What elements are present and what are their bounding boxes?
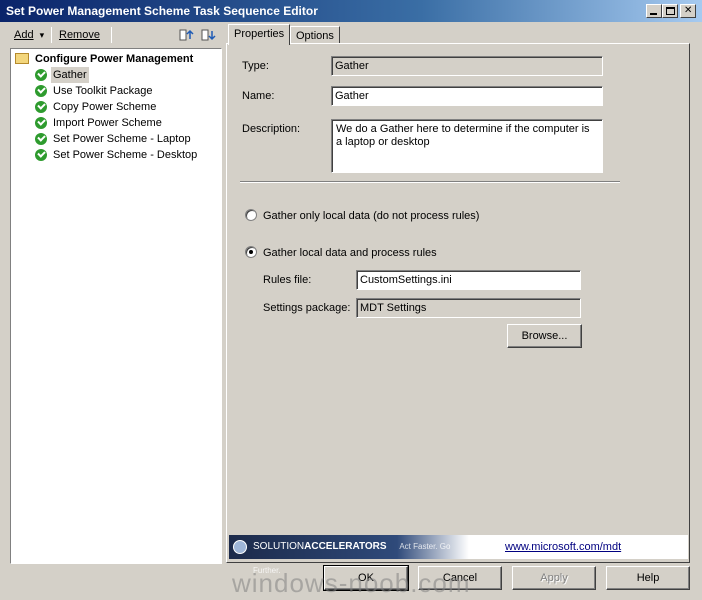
mdt-website-link[interactable]: www.microsoft.com/mdt xyxy=(505,535,621,559)
minimize-icon xyxy=(650,13,657,15)
apply-button[interactable]: Apply xyxy=(512,566,596,590)
success-check-icon xyxy=(35,117,47,129)
maximize-button[interactable] xyxy=(662,4,678,18)
folder-icon xyxy=(15,53,29,64)
process-rules-radio[interactable] xyxy=(245,246,257,258)
tree-item-label: Gather xyxy=(51,67,89,83)
description-field[interactable]: We do a Gather here to determine if the … xyxy=(331,119,603,173)
success-check-icon xyxy=(35,101,47,113)
brand-prefix: SOLUTION xyxy=(253,541,305,552)
window-title-bar[interactable]: Set Power Management Scheme Task Sequenc… xyxy=(0,0,702,22)
brand-strong: ACCELERATORS xyxy=(304,541,387,552)
local-only-radio[interactable] xyxy=(245,209,257,221)
solution-accelerators-logo-icon xyxy=(233,540,247,554)
tab-label: Properties xyxy=(234,28,285,40)
settings-package-label: Settings package: xyxy=(263,302,351,314)
toolbar-divider xyxy=(51,27,52,43)
browse-button[interactable]: Browse... xyxy=(507,324,582,348)
solution-accelerators-banner: SOLUTIONACCELERATORS Act Faster. Go Furt… xyxy=(229,535,688,575)
tab-properties[interactable]: Properties xyxy=(228,24,291,45)
type-label: Type: xyxy=(242,60,269,72)
tab-label: Options xyxy=(296,30,334,42)
move-up-icon[interactable] xyxy=(178,27,194,43)
tree-item-label: Set Power Scheme - Laptop xyxy=(53,133,191,145)
close-icon: ✕ xyxy=(684,5,693,16)
success-check-icon xyxy=(35,149,47,161)
maximize-icon xyxy=(666,7,675,15)
task-sequence-pane: Add ▾ Remove Configure Power Management … xyxy=(8,24,222,564)
tree-item-label: Use Toolkit Package xyxy=(53,85,153,97)
tab-options[interactable]: Options xyxy=(290,26,340,44)
remove-label: Remove xyxy=(59,29,100,41)
minimize-button[interactable] xyxy=(646,4,662,18)
toolbar-divider xyxy=(111,27,112,43)
success-check-icon xyxy=(35,85,47,97)
task-sequence-tree[interactable]: Configure Power Management Gather Use To… xyxy=(10,48,222,564)
ok-button[interactable]: OK xyxy=(323,565,409,591)
tree-item-label: Set Power Scheme - Desktop xyxy=(53,149,198,161)
window-title: Set Power Management Scheme Task Sequenc… xyxy=(6,4,318,18)
tree-item-label: Import Power Scheme xyxy=(53,117,162,129)
cancel-button[interactable]: Cancel xyxy=(418,566,502,590)
process-rules-label[interactable]: Gather local data and process rules xyxy=(263,246,437,260)
type-field: Gather xyxy=(331,56,603,76)
add-label: Add xyxy=(14,29,34,41)
add-menu-button[interactable]: Add ▾ xyxy=(14,24,44,46)
tree-root-label: Configure Power Management xyxy=(35,53,194,65)
banner-brand: SOLUTIONACCELERATORS Act Faster. Go Furt… xyxy=(229,535,469,575)
tree-item-label: Copy Power Scheme xyxy=(53,101,157,113)
help-button[interactable]: Help xyxy=(606,566,690,590)
success-check-icon xyxy=(35,69,47,81)
section-divider xyxy=(240,181,620,183)
name-field[interactable]: Gather xyxy=(331,86,603,106)
rules-file-field[interactable]: CustomSettings.ini xyxy=(356,270,581,290)
settings-package-field: MDT Settings xyxy=(356,298,581,318)
local-only-label[interactable]: Gather only local data (do not process r… xyxy=(263,209,479,223)
move-down-icon[interactable] xyxy=(200,27,216,43)
close-button[interactable]: ✕ xyxy=(680,4,696,18)
chevron-down-icon: ▾ xyxy=(39,30,45,40)
description-label: Description: xyxy=(242,123,301,135)
tree-toolbar: Add ▾ Remove xyxy=(8,24,222,46)
remove-button[interactable]: Remove xyxy=(59,24,100,46)
success-check-icon xyxy=(35,133,47,145)
rules-file-label: Rules file: xyxy=(263,274,312,286)
name-label: Name: xyxy=(242,90,275,102)
